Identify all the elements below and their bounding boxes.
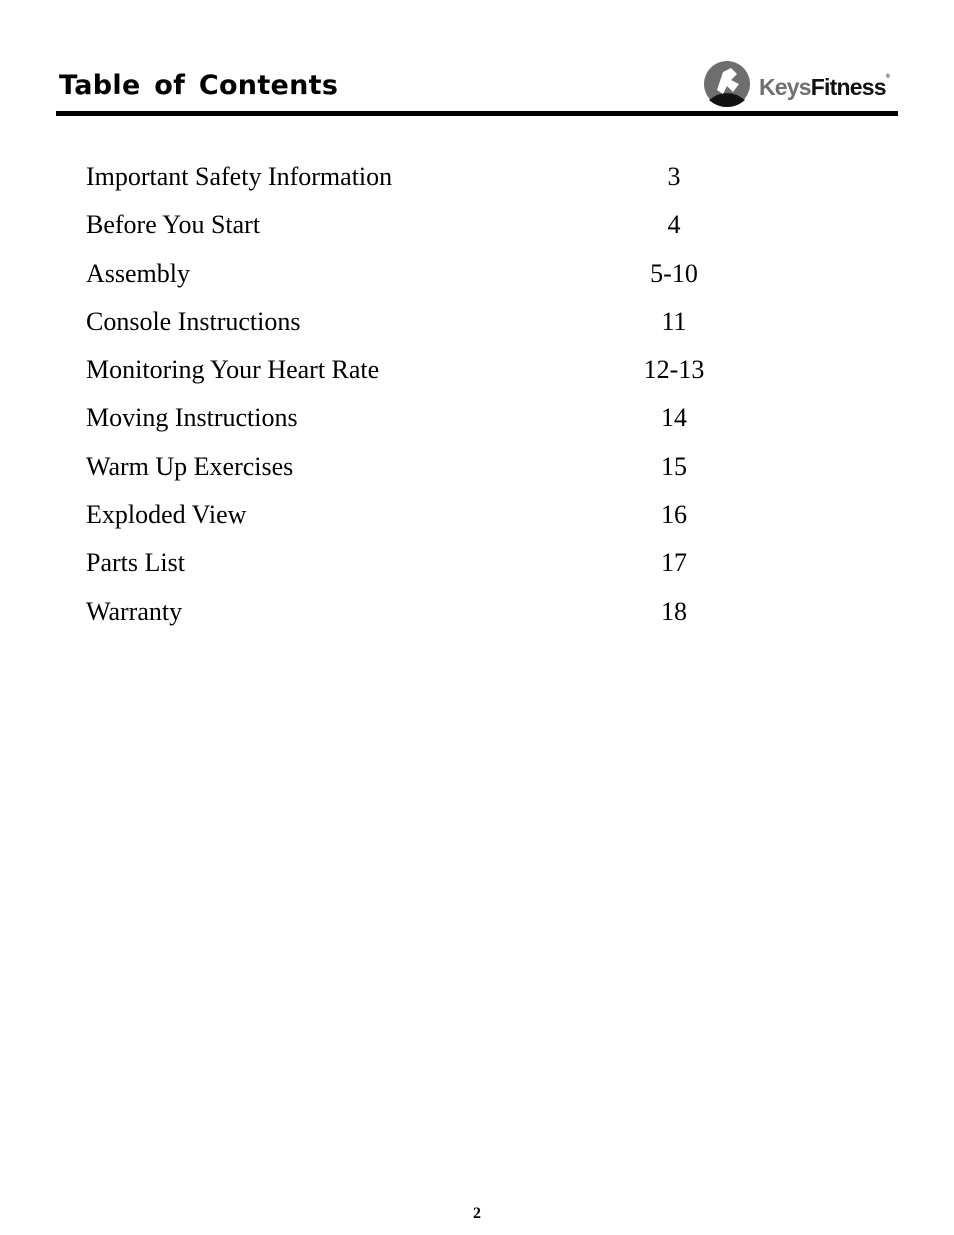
toc-entry-label: Assembly [86, 258, 190, 288]
toc-entry-page: 4 [667, 210, 681, 240]
toc-entry: Exploded View 16 [86, 500, 766, 548]
toc-entry-page: 5-10 [650, 258, 698, 288]
toc-entry-label: Monitoring Your Heart Rate [86, 355, 380, 385]
toc-entry-label: Exploded View [86, 500, 247, 530]
table-of-contents: Important Safety Information 3 Before Yo… [86, 162, 766, 645]
toc-entry: Important Safety Information 3 [86, 162, 766, 210]
header-divider [56, 111, 898, 116]
toc-entry-label: Warranty [86, 596, 183, 626]
toc-entry-label: Moving Instructions [86, 403, 298, 433]
toc-entry: Parts List 17 [86, 548, 766, 596]
toc-entry-label: Before You Start [86, 210, 261, 240]
page-number: 2 [473, 1205, 481, 1222]
keys-fitness-logo: KeysFitness® [703, 60, 903, 110]
toc-entry: Monitoring Your Heart Rate 12-13 [86, 355, 766, 403]
page-title: Table of Contents [59, 70, 339, 101]
toc-entry-label: Warm Up Exercises [86, 451, 294, 481]
toc-entry-page: 17 [661, 548, 687, 578]
toc-entry: Console Instructions 11 [86, 307, 766, 355]
toc-entry-page: 12-13 [643, 355, 705, 385]
toc-entry-page: 11 [661, 306, 687, 336]
toc-entry: Assembly 5-10 [86, 259, 766, 307]
toc-entry-page: 16 [661, 500, 687, 530]
toc-entry-page: 15 [661, 451, 687, 481]
toc-entry: Warranty 18 [86, 597, 766, 645]
toc-entry-label: Console Instructions [86, 306, 301, 336]
toc-entry-label: Important Safety Information [86, 162, 393, 191]
keys-fitness-runner-logo-icon [704, 61, 750, 107]
toc-entry: Moving Instructions 14 [86, 403, 766, 451]
toc-entry: Before You Start 4 [86, 210, 766, 258]
toc-entry-page: 18 [661, 596, 687, 626]
logo-wordmark: KeysFitness® [759, 74, 890, 100]
toc-entry: Warm Up Exercises 15 [86, 452, 766, 500]
toc-entry-page: 3 [667, 162, 681, 191]
toc-entry-page: 14 [661, 403, 687, 433]
toc-entry-label: Parts List [86, 548, 185, 578]
